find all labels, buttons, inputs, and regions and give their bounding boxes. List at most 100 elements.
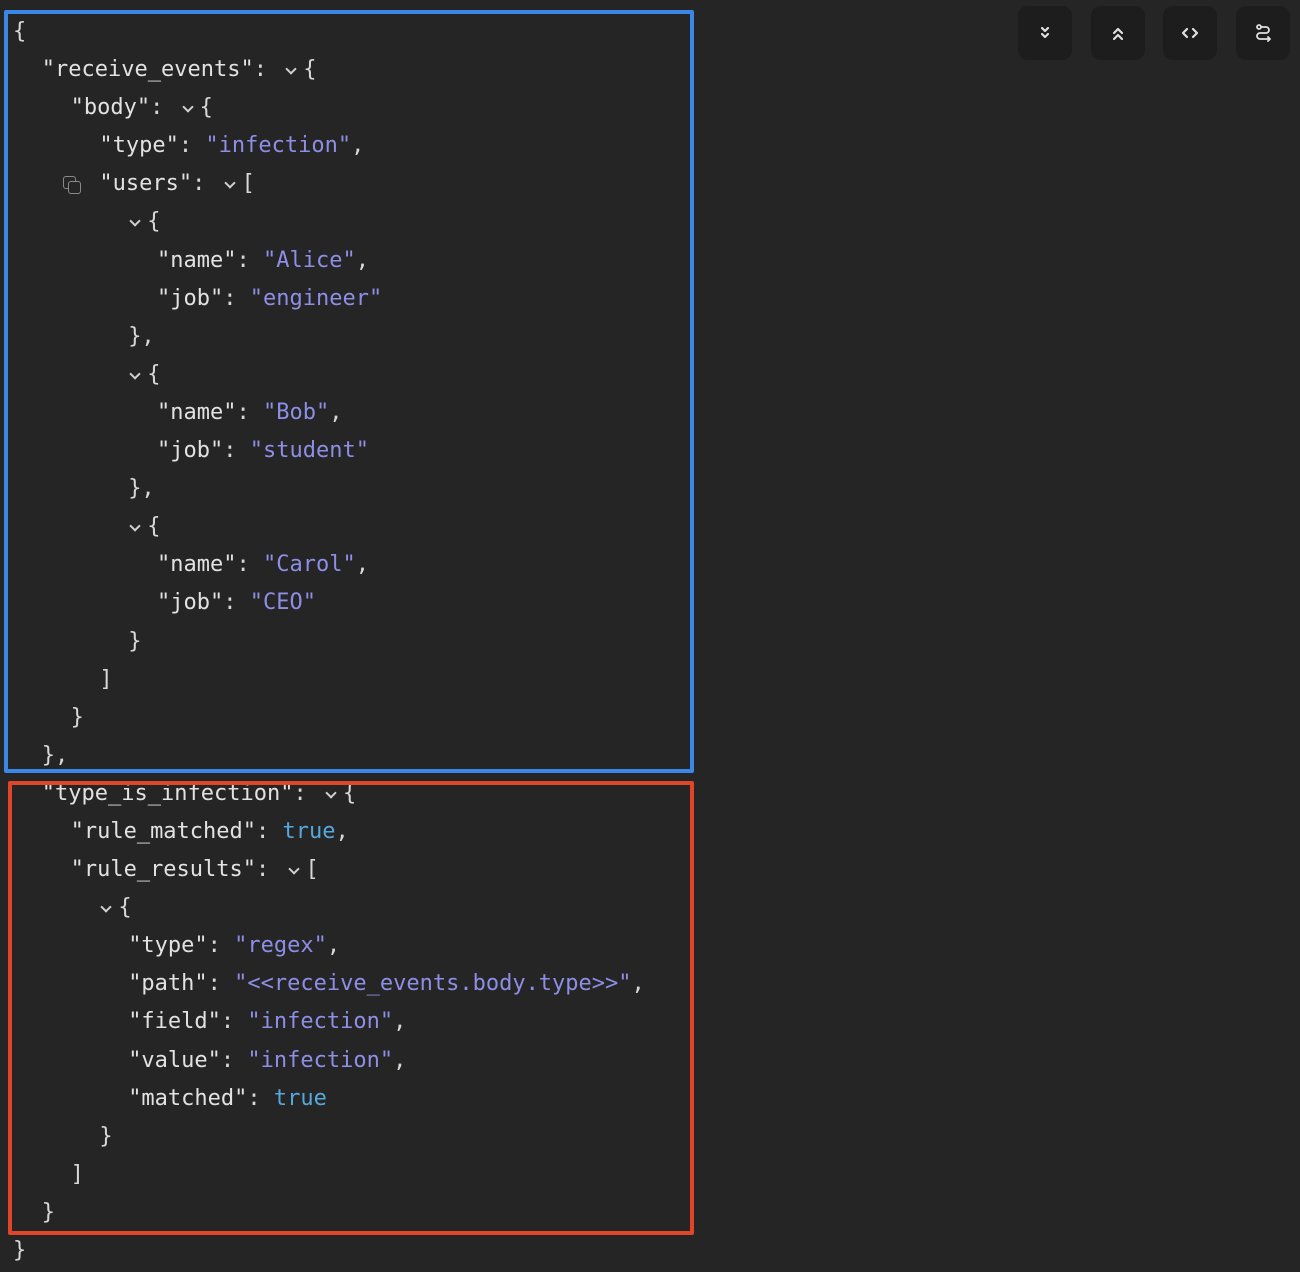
- bracket: [: [241, 171, 255, 197]
- json-key: "name": [157, 247, 237, 273]
- json-line: "receive_events": {: [0, 51, 700, 89]
- route-icon: [1256, 24, 1271, 42]
- json-line: "name": "Bob",: [0, 394, 700, 432]
- colon: :: [256, 818, 283, 844]
- bracket: {: [13, 19, 27, 44]
- chevron-down-icon[interactable]: [128, 508, 141, 546]
- json-string-value: "Alice": [262, 247, 356, 273]
- colon: :: [178, 133, 206, 159]
- json-line: "job": "engineer": [0, 280, 700, 318]
- chevron-down-icon[interactable]: [223, 165, 236, 203]
- json-boolean-value: true: [282, 818, 336, 844]
- json-key: "rule_results": [70, 857, 257, 883]
- json-line: "name": "Carol",: [0, 546, 700, 584]
- json-string-value: "infection": [247, 1009, 394, 1035]
- bracket: }: [99, 1123, 113, 1149]
- colon: :: [223, 590, 250, 616]
- colon: :: [253, 57, 281, 83]
- bracket: {: [147, 514, 161, 540]
- bracket: },: [128, 476, 155, 502]
- json-line: "type_is_infection": {: [0, 775, 700, 813]
- bracket: },: [41, 742, 69, 768]
- json-line: {: [0, 203, 700, 241]
- raw-code-button[interactable]: [1163, 6, 1217, 60]
- json-string-value: "regex": [234, 933, 327, 959]
- json-key: "matched": [128, 1085, 248, 1111]
- chevron-down-icon[interactable]: [99, 889, 112, 927]
- comma: ,: [393, 1009, 407, 1035]
- json-line: }: [0, 1118, 700, 1156]
- json-key: "value": [128, 1047, 221, 1073]
- json-key: "path": [128, 971, 208, 997]
- chevron-down-icon[interactable]: [284, 51, 297, 89]
- collapse-all-button[interactable]: [1091, 6, 1145, 60]
- json-key: "name": [157, 399, 237, 425]
- chevron-down-icon[interactable]: [181, 89, 194, 127]
- json-string-value: "CEO": [249, 590, 316, 616]
- json-key: "rule_matched": [70, 818, 257, 844]
- colon: :: [150, 95, 177, 121]
- bracket: ]: [99, 666, 113, 692]
- json-line: "matched": true: [0, 1080, 700, 1118]
- colon: :: [247, 1085, 274, 1111]
- json-key: "field": [128, 1009, 221, 1035]
- comma: ,: [326, 933, 341, 959]
- chevron-down-icon[interactable]: [128, 356, 141, 394]
- json-string-value: "infection": [205, 133, 352, 159]
- chevron-down-icon[interactable]: [324, 775, 337, 813]
- json-line: }: [0, 623, 700, 661]
- chevron-down-icon[interactable]: [287, 851, 300, 889]
- json-key: "name": [157, 552, 237, 578]
- json-key: "receive_events": [41, 57, 254, 83]
- colon: :: [236, 247, 263, 273]
- comma: ,: [351, 133, 365, 159]
- json-string-value: "engineer": [249, 285, 383, 311]
- json-line: ]: [0, 661, 700, 699]
- expand-all-button[interactable]: [1018, 6, 1072, 60]
- json-viewer: {"receive_events": {"body": {"type": "in…: [0, 13, 700, 1270]
- json-line: }: [0, 1232, 700, 1270]
- route-view-button[interactable]: [1236, 6, 1290, 60]
- colon: :: [236, 399, 263, 425]
- colon: :: [223, 438, 250, 464]
- json-key: "job": [157, 285, 224, 311]
- json-line: },: [0, 470, 700, 508]
- json-line: {: [0, 508, 700, 546]
- code-icon: [1181, 27, 1199, 39]
- bracket: {: [199, 95, 213, 121]
- json-key: "users": [99, 171, 193, 197]
- json-key: "job": [157, 438, 224, 464]
- json-line: "name": "Alice",: [0, 242, 700, 280]
- bracket: [: [305, 857, 319, 883]
- bracket: }: [70, 704, 84, 730]
- bracket: }: [41, 1199, 56, 1225]
- copy-icon[interactable]: [63, 176, 82, 195]
- json-line: {: [0, 13, 700, 51]
- json-line: }: [0, 1194, 700, 1232]
- bracket: }: [128, 628, 142, 654]
- bracket: },: [128, 323, 155, 349]
- bracket: {: [303, 57, 317, 83]
- comma: ,: [393, 1047, 407, 1073]
- json-line: {: [0, 889, 700, 927]
- bracket: ]: [70, 1161, 84, 1187]
- json-line: }: [0, 699, 700, 737]
- comma: ,: [335, 818, 349, 844]
- json-key: "type_is_infection": [41, 780, 294, 806]
- json-key: "job": [157, 590, 224, 616]
- json-string-value: "<<receive_events.body.type>>": [234, 971, 632, 997]
- json-string-value: "Carol": [262, 552, 356, 578]
- colon: :: [207, 971, 235, 997]
- json-line: ]: [0, 1156, 700, 1194]
- json-line: "path": "<<receive_events.body.type>>",: [0, 965, 700, 1003]
- comma: ,: [329, 399, 343, 425]
- comma: ,: [355, 552, 369, 578]
- json-line: "type": "infection",: [0, 127, 700, 165]
- comma: ,: [355, 247, 369, 273]
- bracket: {: [342, 780, 357, 806]
- json-string-value: "Bob": [262, 399, 330, 425]
- json-boolean-value: true: [273, 1085, 327, 1111]
- json-key: "body": [70, 95, 151, 121]
- chevron-down-icon[interactable]: [128, 203, 141, 241]
- json-key: "type": [128, 933, 208, 959]
